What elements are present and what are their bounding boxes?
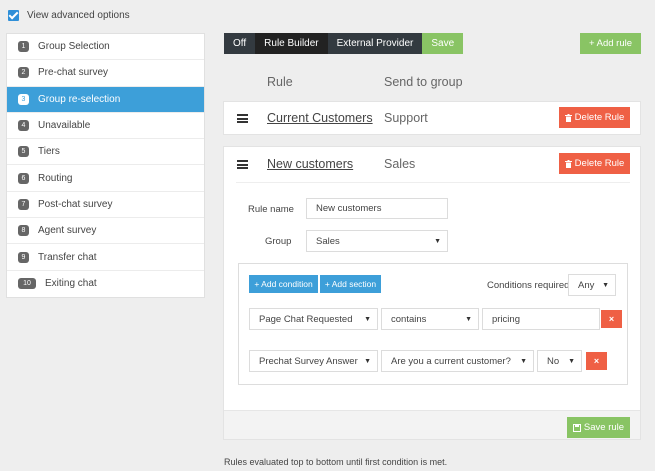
caret-down-icon: ▼ (520, 357, 527, 365)
remove-condition-button[interactable]: × (601, 310, 622, 328)
step-number-badge: 8 (18, 225, 29, 237)
add-condition-button[interactable]: + Add condition (249, 275, 318, 293)
delete-rule-button[interactable]: Delete Rule (559, 107, 630, 128)
sidebar-item-agent-survey[interactable]: 8 Agent survey (7, 218, 204, 245)
condition-operator-select[interactable]: contains ▼ (381, 308, 479, 330)
trash-icon (564, 113, 572, 122)
sidebar-item-label: Post-chat survey (38, 198, 113, 210)
sidebar-item-label: Tiers (38, 146, 60, 158)
condition-operator-value: Are you a current customer? (391, 355, 511, 367)
hamburger-icon[interactable] (237, 114, 248, 123)
delete-rule-label: Delete Rule (574, 112, 625, 123)
conditions-box: + Add condition + Add section Conditions… (238, 263, 628, 385)
sidebar-item-routing[interactable]: 6 Routing (7, 165, 204, 192)
sidebar: 1 Group Selection 2 Pre-chat survey 3 Gr… (6, 33, 205, 298)
step-number-badge: 2 (18, 67, 29, 79)
rule-row: Current Customers Support Delete Rule (223, 101, 641, 135)
rule-column-header: Rule (267, 75, 293, 89)
rule-group: Support (384, 111, 428, 125)
condition-operator-value: contains (391, 313, 427, 325)
sidebar-item-label: Unavailable (38, 120, 91, 132)
mode-rule-builder-button[interactable]: Rule Builder (255, 33, 328, 54)
sidebar-item-group-selection[interactable]: 1 Group Selection (7, 34, 204, 61)
sidebar-item-transfer-chat[interactable]: 9 Transfer chat (7, 244, 204, 271)
caret-down-icon: ▼ (364, 357, 371, 365)
trash-icon (564, 159, 572, 168)
sidebar-item-exiting-chat[interactable]: 10 Exiting chat (7, 271, 204, 297)
view-advanced-options-label: View advanced options (27, 9, 130, 21)
hamburger-icon[interactable] (237, 160, 248, 169)
conditions-required-label: Conditions required (487, 280, 570, 291)
save-icon (572, 423, 581, 432)
divider (236, 182, 630, 183)
add-section-button[interactable]: + Add section (320, 275, 381, 293)
sidebar-item-label: Agent survey (38, 225, 97, 237)
rule-editor-panel: New customers Sales Delete Rule Rule nam… (223, 146, 641, 440)
condition-field-select[interactable]: Prechat Survey Answer ▼ (249, 350, 378, 372)
save-rule-button[interactable]: Save rule (567, 417, 630, 438)
group-label: Group (265, 236, 292, 247)
step-number-badge: 4 (18, 120, 29, 132)
remove-condition-button[interactable]: × (586, 352, 607, 370)
caret-down-icon: ▼ (434, 237, 441, 245)
sidebar-item-label: Routing (38, 172, 73, 184)
condition-operator-select[interactable]: Are you a current customer? ▼ (381, 350, 534, 372)
condition-answer-select[interactable]: No ▼ (537, 350, 582, 372)
conditions-required-value: Any (578, 279, 595, 291)
mode-toggle-group: Off Rule Builder External Provider Save (224, 33, 464, 54)
group-select[interactable]: Sales ▼ (306, 230, 448, 252)
caret-down-icon: ▼ (568, 357, 575, 365)
caret-down-icon: ▼ (364, 315, 371, 323)
sidebar-item-tiers[interactable]: 5 Tiers (7, 139, 204, 166)
rule-name-label: Rule name (248, 204, 294, 215)
step-number-badge: 7 (18, 198, 29, 210)
step-number-badge: 10 (18, 278, 36, 290)
checkbox-checked-icon[interactable] (8, 9, 19, 21)
add-rule-button[interactable]: + Add rule (580, 33, 641, 54)
step-number-badge: 3 (18, 93, 29, 105)
rule-name-link[interactable]: New customers (267, 157, 353, 171)
step-number-badge: 5 (18, 146, 29, 158)
condition-field-value: Page Chat Requested (259, 313, 353, 325)
sidebar-item-label: Group Selection (38, 41, 110, 53)
save-button[interactable]: Save (422, 33, 464, 54)
condition-value-input[interactable]: pricing (482, 308, 600, 330)
delete-rule-label: Delete Rule (574, 158, 625, 169)
mode-off-button[interactable]: Off (224, 33, 256, 54)
sidebar-item-unavailable[interactable]: 4 Unavailable (7, 113, 204, 140)
sidebar-item-label: Pre-chat survey (38, 67, 109, 79)
step-number-badge: 9 (18, 251, 29, 263)
condition-field-value: Prechat Survey Answer (259, 355, 358, 367)
rule-name-link[interactable]: Current Customers (267, 111, 373, 125)
conditions-required-select[interactable]: Any ▼ (568, 274, 616, 296)
sidebar-item-label: Transfer chat (38, 251, 97, 263)
step-number-badge: 1 (18, 41, 29, 53)
caret-down-icon: ▼ (465, 315, 472, 323)
sidebar-item-group-re-selection[interactable]: 3 Group re-selection (7, 86, 204, 113)
group-select-value: Sales (316, 235, 340, 247)
condition-field-select[interactable]: Page Chat Requested ▼ (249, 308, 378, 330)
view-advanced-options[interactable]: View advanced options (8, 7, 130, 23)
delete-rule-button[interactable]: Delete Rule (559, 153, 630, 174)
rule-group: Sales (384, 157, 416, 171)
sidebar-item-label: Group re-selection (38, 93, 121, 105)
condition-answer-value: No (547, 355, 560, 367)
save-rule-label: Save rule (583, 422, 625, 433)
sidebar-item-pre-chat-survey[interactable]: 2 Pre-chat survey (7, 60, 204, 87)
caret-down-icon: ▼ (602, 281, 609, 289)
sidebar-item-label: Exiting chat (45, 278, 97, 290)
send-to-group-column-header: Send to group (384, 75, 463, 89)
sidebar-item-post-chat-survey[interactable]: 7 Post-chat survey (7, 192, 204, 219)
mode-external-provider-button[interactable]: External Provider (327, 33, 423, 54)
step-number-badge: 6 (18, 172, 29, 184)
rules-evaluation-note: Rules evaluated top to bottom until firs… (224, 457, 448, 467)
rule-name-input[interactable]: New customers (306, 198, 448, 219)
